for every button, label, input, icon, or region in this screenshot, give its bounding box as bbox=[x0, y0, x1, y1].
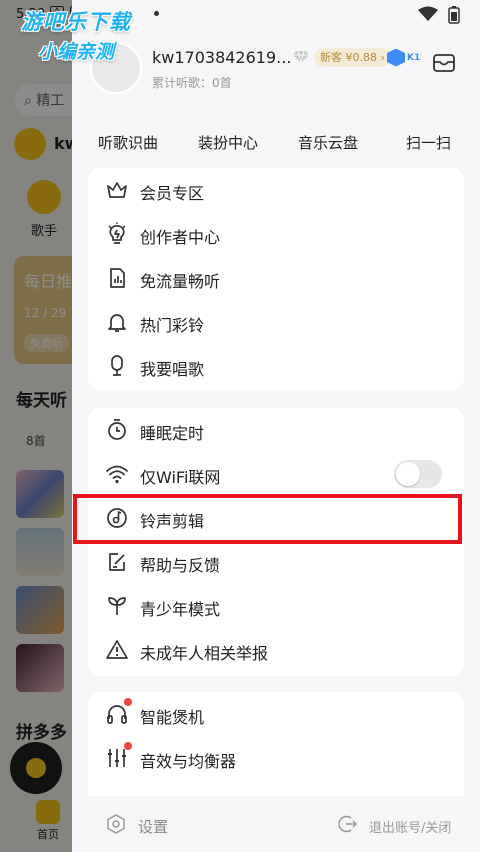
drawer-bottom-bar: 设置 退出账号/关闭 bbox=[72, 796, 480, 852]
menu-card-services: 会员专区 创作者中心 免流量畅听 热门彩铃 我要唱歌 bbox=[88, 168, 464, 390]
diamond-icon[interactable] bbox=[292, 50, 310, 64]
quick-action-dress-up[interactable]: 装扮中心 bbox=[198, 132, 258, 153]
menu-item-label: 我要唱歌 bbox=[140, 360, 205, 379]
menu-item-karaoke[interactable]: 我要唱歌 bbox=[88, 344, 464, 388]
menu-item-wifi-only[interactable]: 仅WiFi联网 bbox=[88, 452, 464, 496]
wifi-icon bbox=[106, 465, 128, 484]
listen-count: 累计听歌：0首 bbox=[152, 76, 232, 90]
microphone-icon bbox=[111, 355, 123, 376]
mail-icon[interactable] bbox=[432, 52, 456, 74]
level-hex-icon bbox=[387, 48, 405, 67]
quick-action-scan[interactable]: 扫一扫 bbox=[406, 132, 451, 153]
menu-item-equalizer[interactable]: 音效与均衡器 bbox=[88, 736, 464, 780]
level-badge[interactable]: K1 bbox=[387, 48, 420, 67]
quick-action-cloud-disk[interactable]: 音乐云盘 bbox=[298, 132, 358, 153]
wifi-only-toggle[interactable] bbox=[394, 460, 442, 488]
data-card-icon bbox=[110, 268, 125, 288]
menu-item-hot-ringback[interactable]: 热门彩铃 bbox=[88, 300, 464, 344]
menu-item-label: 热门彩铃 bbox=[140, 316, 205, 335]
status-dot-icon bbox=[154, 11, 159, 16]
logout-icon[interactable] bbox=[338, 814, 358, 834]
wifi-signal-icon bbox=[418, 6, 438, 21]
level-label: K1 bbox=[407, 52, 421, 63]
menu-item-label: 仅WiFi联网 bbox=[140, 468, 221, 487]
menu-item-label: 未成年人相关举报 bbox=[140, 644, 269, 663]
watermark: 游吧乐下载 小编亲测 bbox=[6, 6, 146, 64]
menu-item-label: 智能煲机 bbox=[140, 708, 205, 727]
menu-item-label: 创作者中心 bbox=[140, 228, 221, 247]
menu-item-label: 会员专区 bbox=[140, 184, 205, 203]
edit-icon bbox=[109, 553, 125, 571]
menu-item-creator-center[interactable]: 创作者中心 bbox=[88, 212, 464, 256]
menu-item-help-feedback[interactable]: 帮助与反馈 bbox=[88, 540, 464, 584]
quick-action-song-recognition[interactable]: 听歌识曲 bbox=[98, 132, 158, 153]
quick-actions: 听歌识曲 装扮中心 音乐云盘 扫一扫 bbox=[72, 122, 480, 162]
menu-item-minor-report[interactable]: 未成年人相关举报 bbox=[88, 628, 464, 672]
menu-item-label: 免流量畅听 bbox=[140, 272, 221, 291]
timer-icon bbox=[108, 419, 126, 440]
crown-icon bbox=[107, 182, 127, 198]
menu-item-label: 音效与均衡器 bbox=[140, 752, 237, 771]
menu-item-label: 帮助与反馈 bbox=[140, 556, 221, 575]
settings-button[interactable]: 设置 bbox=[138, 816, 168, 837]
logout-button[interactable]: 退出账号/关闭 bbox=[369, 817, 451, 836]
menu-item-smart-burn-in[interactable]: 智能煲机 bbox=[88, 692, 464, 736]
menu-item-free-data[interactable]: 免流量畅听 bbox=[88, 256, 464, 300]
menu-item-vip[interactable]: 会员专区 bbox=[88, 168, 464, 212]
menu-item-sleep-timer[interactable]: 睡眠定时 bbox=[88, 408, 464, 452]
toggle-knob bbox=[396, 462, 420, 486]
menu-item-label: 睡眠定时 bbox=[140, 424, 205, 443]
warning-icon bbox=[106, 640, 128, 659]
new-user-badge[interactable]: 新客 ¥0.88 › bbox=[314, 48, 391, 67]
menu-card-audio: 智能煲机 音效与均衡器 bbox=[88, 692, 464, 812]
sprout-icon bbox=[108, 597, 126, 615]
bell-icon bbox=[108, 314, 126, 332]
notification-dot bbox=[124, 742, 132, 750]
menu-item-teen-mode[interactable]: 青少年模式 bbox=[88, 584, 464, 628]
settings-icon[interactable] bbox=[106, 814, 126, 834]
highlight-box bbox=[73, 494, 462, 544]
username[interactable]: kw1703842619... bbox=[152, 48, 291, 67]
notification-dot bbox=[124, 698, 132, 706]
watermark-line-1: 游吧乐下载 bbox=[21, 10, 131, 34]
menu-item-label: 青少年模式 bbox=[140, 600, 221, 619]
watermark-line-2: 小编亲测 bbox=[37, 41, 114, 63]
battery-icon bbox=[448, 6, 460, 24]
side-drawer: kw1703842619... 累计听歌：0首 新客 ¥0.88 › K1 听歌… bbox=[72, 0, 480, 852]
lightbulb-icon bbox=[108, 222, 126, 244]
